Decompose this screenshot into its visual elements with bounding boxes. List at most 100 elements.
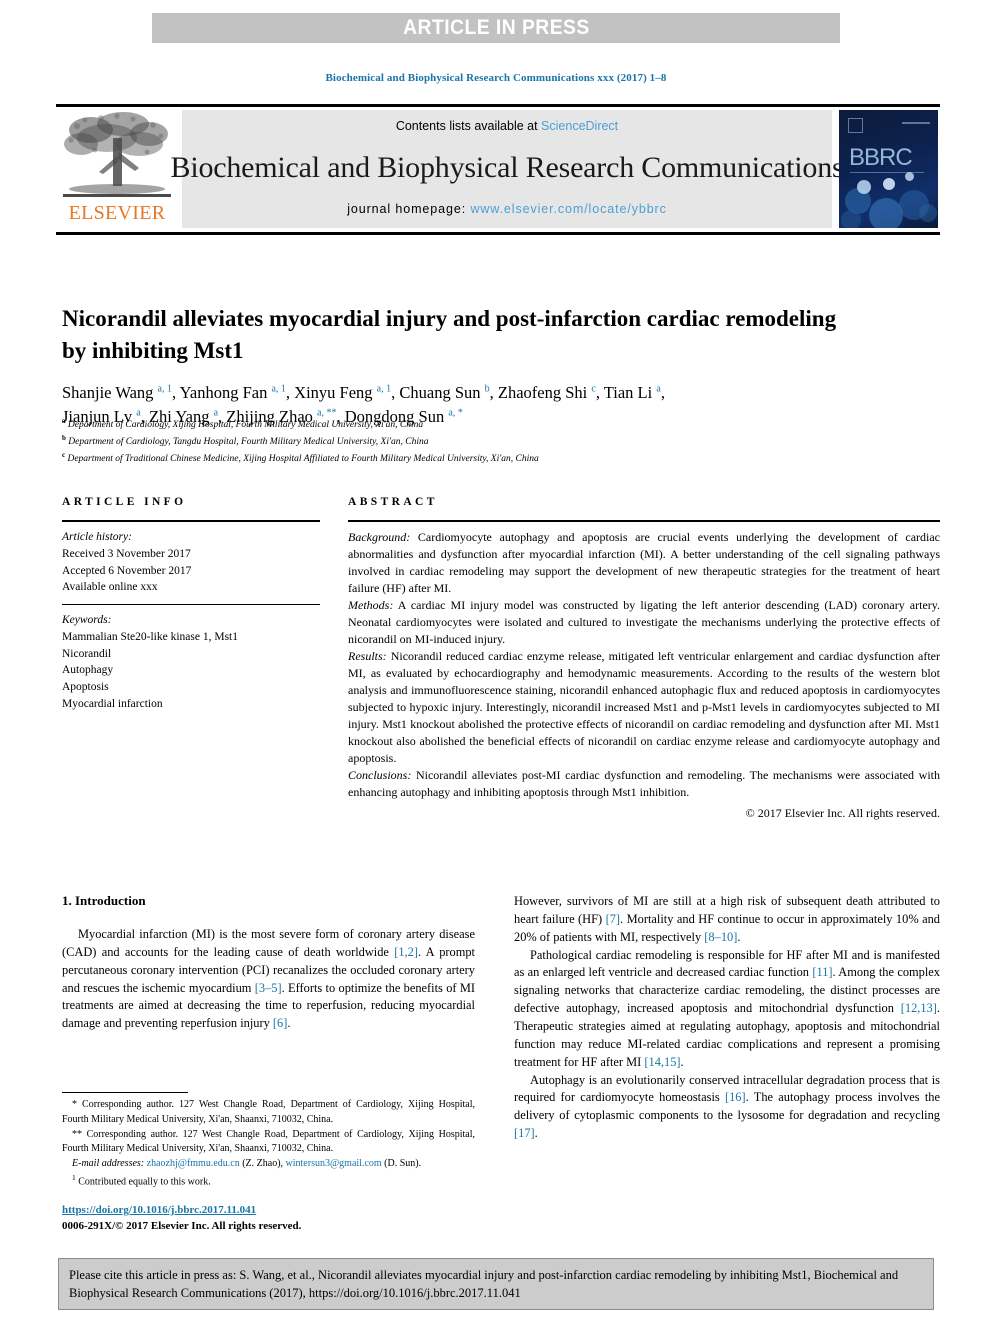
- cover-publisher-mark-icon: [848, 118, 863, 133]
- text-run: .: [737, 929, 741, 944]
- footnote-corresponding-author-2: ** Corresponding author. 127 West Changl…: [62, 1128, 475, 1155]
- keywords-label: Keywords:: [62, 614, 112, 627]
- email-owner-sun: (D. Sun).: [384, 1158, 422, 1170]
- citation-ref-14-15[interactable]: [14,15]: [644, 1055, 680, 1069]
- abstract-paragraph-methods: Methods: A cardiac MI injury model was c…: [348, 597, 940, 648]
- issn-copyright-line: 0006-291X/© 2017 Elsevier Inc. All right…: [62, 1219, 302, 1232]
- cover-top-rule: [902, 122, 930, 124]
- received-date: Received 3 November 2017: [62, 547, 191, 560]
- citation-ref-11[interactable]: [11]: [812, 965, 832, 979]
- abstract-paragraph-conclusions: Conclusions: Nicorandil alleviates post-…: [348, 767, 940, 801]
- cover-bokeh-circle: [857, 180, 871, 194]
- elsevier-logo: ELSEVIER: [58, 110, 176, 228]
- contents-lists-line: Contents lists available at ScienceDirec…: [396, 119, 618, 133]
- article-history: Article history: Received 3 November 201…: [62, 529, 320, 596]
- conclusions-text: Nicorandil alleviates post-MI cardiac dy…: [348, 768, 940, 800]
- abstract-paragraph-results: Results: Nicorandil reduced cardiac enzy…: [348, 648, 940, 767]
- methods-label: Methods:: [348, 598, 394, 613]
- article-info-heading: ARTICLE INFO: [62, 496, 187, 508]
- citation-ref-12-13[interactable]: [12,13]: [901, 1001, 937, 1015]
- journal-homepage-link[interactable]: www.elsevier.com/locate/ybbrc: [470, 202, 666, 216]
- email-owner-zhao: (Z. Zhao),: [242, 1158, 284, 1170]
- email-link-zhao[interactable]: zhaozhj@fmmu.edu.cn: [147, 1158, 240, 1169]
- body-column-right: However, survivors of MI are still at a …: [514, 893, 940, 1143]
- elsevier-tree-icon: [63, 112, 171, 197]
- bbrc-cover-title: BBRC: [849, 144, 913, 171]
- text-run: .: [680, 1054, 684, 1069]
- equal-contribution-text: Contributed equally to this work.: [78, 1176, 211, 1188]
- citation-ref-7[interactable]: [7]: [606, 912, 620, 926]
- background-label: Background:: [348, 530, 411, 544]
- article-history-label: Article history:: [62, 531, 132, 543]
- available-online-date: Available online xxx: [62, 581, 158, 594]
- citation-ref-1-2[interactable]: [1,2]: [394, 945, 418, 959]
- introduction-text-left: Myocardial infarction (MI) is the most s…: [62, 926, 475, 1033]
- affiliation-item: b Department of Cardiology, Tangdu Hospi…: [62, 434, 429, 448]
- contents-prefix: Contents lists available at: [395, 119, 542, 133]
- citation-ref-8-10[interactable]: [8–10]: [704, 930, 737, 944]
- bbrc-journal-cover-image: BBRC: [839, 110, 938, 228]
- journal-title: Biochemical and Biophysical Research Com…: [170, 150, 844, 184]
- abstract-body: Background: Cardiomyocyte autophagy and …: [348, 529, 940, 822]
- keyword-item: Autophagy: [62, 664, 114, 677]
- masthead-top-rule: [56, 104, 940, 107]
- article-info-rule: [62, 520, 320, 522]
- cite-this-article-box: Please cite this article in press as: S.…: [58, 1258, 934, 1310]
- running-head: Biochemical and Biophysical Research Com…: [325, 72, 667, 84]
- keyword-item: Apoptosis: [62, 681, 109, 694]
- results-text: Nicorandil reduced cardiac enzyme releas…: [348, 649, 940, 766]
- paragraph: However, survivors of MI are still at a …: [514, 893, 940, 947]
- citation-ref-6[interactable]: [6]: [273, 1016, 287, 1030]
- affiliation-item: c Department of Traditional Chinese Medi…: [62, 451, 539, 465]
- footnote-marker: 1: [72, 1172, 76, 1182]
- doi-link[interactable]: https://doi.org/10.1016/j.bbrc.2017.11.0…: [62, 1204, 256, 1216]
- cover-bokeh-circle: [919, 204, 937, 222]
- keywords-block: Keywords: Mammalian Ste20-like kinase 1,…: [62, 612, 320, 713]
- footnote-text: * Corresponding author. 127 West Changle…: [62, 1098, 475, 1190]
- footnote-corresponding-author-1: * Corresponding author. 127 West Changle…: [62, 1099, 475, 1125]
- results-label: Results:: [348, 649, 387, 664]
- background-text: Cardiomyocyte autophagy and apoptosis ar…: [348, 530, 941, 596]
- cover-bokeh-circle: [883, 178, 895, 190]
- page-title: Nicorandil alleviates myocardial injury …: [62, 306, 837, 363]
- keyword-item: Myocardial infarction: [62, 698, 163, 711]
- cover-bokeh-circle: [841, 210, 861, 228]
- introduction-text-right: However, survivors of MI are still at a …: [514, 893, 940, 1143]
- cover-bokeh-circle: [905, 172, 914, 181]
- abstract-paragraph-background: Background: Cardiomyocyte autophagy and …: [348, 529, 940, 597]
- doi-block: https://doi.org/10.1016/j.bbrc.2017.11.0…: [62, 1203, 301, 1235]
- journal-homepage-line: journal homepage: www.elsevier.com/locat…: [347, 202, 667, 216]
- keywords-rule: [62, 604, 320, 606]
- citation-ref-16[interactable]: [16]: [725, 1090, 746, 1104]
- article-in-press-banner: ARTICLE IN PRESS: [152, 13, 840, 43]
- sciencedirect-link[interactable]: ScienceDirect: [541, 119, 618, 133]
- footnote-equal-contribution: 1 Contributed equally to this work.: [62, 1172, 475, 1190]
- abstract-block: ABSTRACT Background: Cardiomyocyte autop…: [348, 496, 940, 822]
- email-addresses-label: E-mail addresses:: [72, 1158, 145, 1170]
- abstract-heading: ABSTRACT: [348, 496, 438, 508]
- article-info-block: ARTICLE INFO Article history: Received 3…: [62, 496, 320, 713]
- email-link-sun[interactable]: wintersun3@gmail.com: [286, 1158, 382, 1169]
- paragraph: Autophagy is an evolutionarily conserved…: [514, 1072, 940, 1143]
- article-in-press-label: ARTICLE IN PRESS: [402, 16, 590, 39]
- cite-this-article-text: Please cite this article in press as: S.…: [69, 1268, 899, 1300]
- keyword-item: Nicorandil: [62, 647, 112, 660]
- paragraph: Myocardial infarction (MI) is the most s…: [62, 926, 475, 1033]
- citation-ref-17[interactable]: [17]: [514, 1126, 535, 1140]
- section-heading-introduction: 1. Introduction: [62, 893, 146, 908]
- abstract-copyright: © 2017 Elsevier Inc. All rights reserved…: [745, 805, 940, 820]
- footnote-block: * Corresponding author. 127 West Changle…: [62, 1092, 475, 1190]
- affiliation-item: a Department of Cardiology, Xijing Hospi…: [62, 417, 424, 431]
- accepted-date: Accepted 6 November 2017: [62, 564, 192, 577]
- text-run: .: [287, 1016, 291, 1031]
- conclusions-label: Conclusions:: [348, 768, 412, 783]
- methods-text: A cardiac MI injury model was constructe…: [348, 598, 940, 647]
- citation-ref-3-5[interactable]: [3–5]: [255, 981, 282, 995]
- text-run: .: [534, 1126, 538, 1141]
- abstract-rule: [348, 520, 940, 522]
- elsevier-wordmark: ELSEVIER: [68, 202, 166, 224]
- footnote-emails: E-mail addresses: zhaozhj@fmmu.edu.cn (Z…: [62, 1157, 475, 1172]
- body-column-left: 1. Introduction Myocardial infarction (M…: [62, 893, 475, 1033]
- journal-masthead: ELSEVIER Contents lists available at Sci…: [56, 104, 940, 235]
- cover-bokeh-circle: [869, 198, 903, 228]
